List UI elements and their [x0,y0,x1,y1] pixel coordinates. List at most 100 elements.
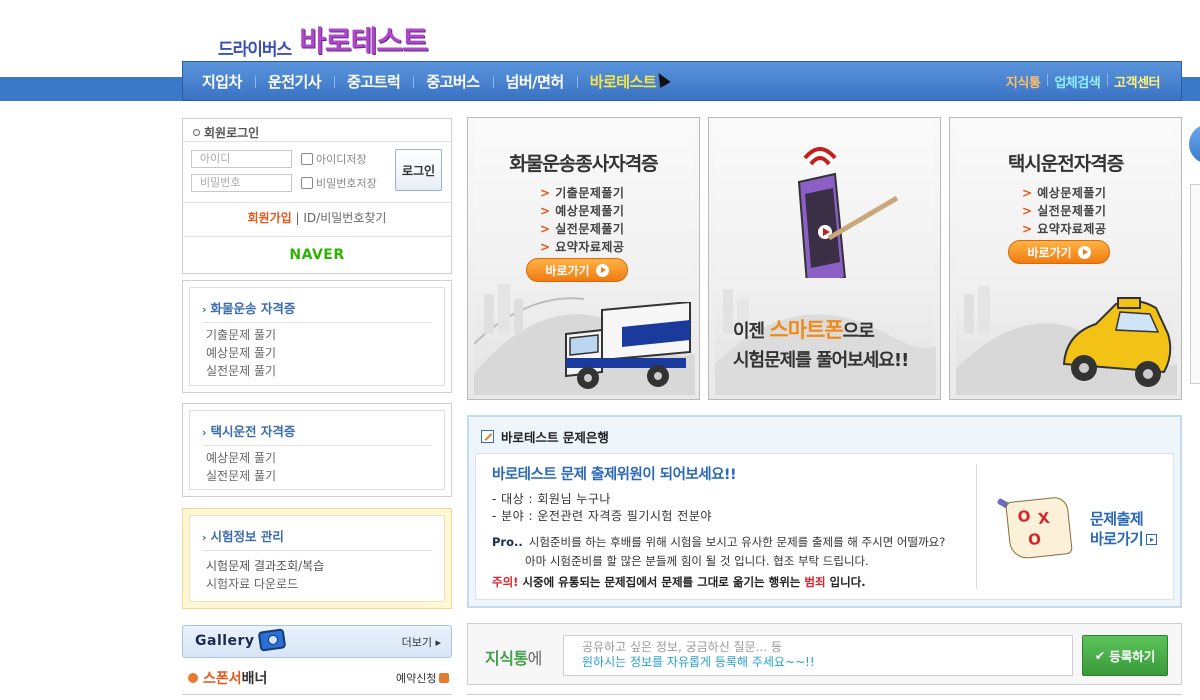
feature-item: 실전문제풀기 [1022,202,1106,220]
warning-crime: 범죄 [804,575,826,589]
banner-cargo-license[interactable]: 화물운송종사자격증 기출문제풀기 예상문제풀기 실전문제풀기 요약자료제공 바로… [467,117,700,400]
go-button-label: 바로가기 [545,263,590,278]
divider [182,694,452,695]
menu-item-exam-download[interactable]: 시험자료 다운로드 [206,575,298,592]
nav-link-customer-center[interactable]: 고객센터 [1107,72,1167,91]
qlink-line2: 바로가기 [1090,530,1144,548]
menu-title-text: 택시운전 자격증 [210,424,296,439]
menu-inner: › 화물운송 자격증 기출문제 풀기 예상문제 풀기 실전문제 풀기 [189,287,445,386]
sponsor-rest: 배너 [241,671,268,687]
edit-icon [481,430,494,443]
password-input[interactable]: 비밀번호 [191,174,292,192]
qbank-warning: 주의! 시중에 유통되는 문제집에서 문제를 그대로 옮기는 행위는 범죄 입니… [492,574,866,590]
join-link[interactable]: 회원가입 [248,211,292,225]
nav-link-company-search[interactable]: 업체검색 [1047,72,1107,91]
menu-item-exam-results[interactable]: 시험문제 결과조회/복습 [206,557,324,574]
qbank-field: - 분야 : 운전관련 자격증 필기시험 전분야 [492,509,712,523]
chevron-right-icon: › [202,426,207,439]
smartphone-promo-text: 이젠 스마트폰으로 시험문제를 풀어보세요!! [733,316,909,375]
qbank-header: 바로테스트 문제은행 [481,427,609,446]
logo-big-text: 바로테스트 [299,24,428,58]
divider [183,236,451,237]
menu-item-practice-questions[interactable]: 실전문제 풀기 [206,362,276,379]
login-title: 회원로그인 [204,126,260,140]
save-password-checkbox[interactable]: 비밀번호저장 [301,175,377,191]
divider [202,445,432,446]
banner-taxi-license[interactable]: 택시운전자격증 예상문제풀기 실전문제풀기 요약자료제공 바로가기 [949,117,1182,400]
placeholder-line1: 공유하고 싶은 정보, 궁금하신 질문... 등 [582,640,782,654]
smartphone-icon [797,147,899,278]
qlink-line1: 문제출제 [1090,510,1144,528]
nav-link-jisiktong[interactable]: 지식통 [999,72,1047,91]
submit-question-link[interactable]: 문제출제 바로가기 ▸ [1090,509,1158,549]
go-button[interactable]: 바로가기 [526,258,628,282]
menu-item-expected-questions[interactable]: 예상문제 풀기 [206,449,276,466]
nav-item-used-bus[interactable]: 중고버스 [413,71,492,92]
menu-item-expected-questions[interactable]: 예상문제 풀기 [206,344,276,361]
jisiktong-suffix: 에 [527,649,543,668]
question-bank-panel: 바로테스트 문제은행 바로테스트 문제 출제위원이 되어보세요!! - 대상 :… [467,415,1182,608]
divider [467,694,1182,695]
arrow-right-icon: ▸ [1146,534,1158,545]
side-panel-edge [1190,184,1200,384]
bullet-circle-icon [193,129,200,136]
id-input[interactable]: 아이디 [191,150,292,168]
pro-label: Pro.. [492,535,523,549]
banner-feature-list: 예상문제풀기 실전문제풀기 요약자료제공 [1022,184,1106,238]
banner-title: 택시운전자격증 [1007,153,1124,175]
save-id-label: 아이디저장 [316,153,367,166]
checkbox-icon[interactable] [301,177,313,189]
banner-frame: 이젠 스마트폰으로 시험문제를 풀어보세요!! [715,124,936,395]
reserve-link[interactable]: 예약신청 [396,670,450,686]
go-button[interactable]: 바로가기 [1008,240,1110,264]
nav-item-jiipcha[interactable]: 지입차 [189,71,255,92]
menu-title[interactable]: › 택시운전 자격증 [202,421,295,440]
site-logo[interactable]: 드라이버스 바로테스트 [218,18,429,60]
feature-item: 실전문제풀기 [540,220,624,238]
bullet-circle-icon [188,673,198,683]
menu-inner: › 시험정보 관리 시험문제 결과조회/복습 시험자료 다운로드 [189,515,445,602]
gallery-more-link[interactable]: 더보기 ▸ [402,634,441,650]
feature-item: 요약자료제공 [540,238,624,256]
nav-item-driver[interactable]: 운전기사 [254,71,334,92]
nav-item-number-license[interactable]: 넘버/면허 [492,71,577,92]
taxi-illustration [1062,297,1172,387]
qbank-content: 바로테스트 문제 출제위원이 되어보세요!! - 대상 : 회원님 누구나 - … [475,453,1174,600]
divider [183,202,451,203]
divider [183,141,451,142]
logo-small-text: 드라이버스 [218,40,292,60]
side-scroll-button[interactable] [1189,124,1200,164]
feature-item: 예상문제풀기 [540,202,624,220]
login-button[interactable]: 로그인 [395,149,442,191]
banner-frame: 화물운송종사자격증 기출문제풀기 예상문제풀기 실전문제풀기 요약자료제공 바로… [474,124,695,395]
find-account-link[interactable]: ID/비밀번호찾기 [303,211,386,225]
truck-illustration [565,302,691,389]
chevron-right-icon: › [202,303,207,316]
promo-text-c: 으로 [842,321,875,342]
play-circle-icon [1077,245,1091,259]
save-id-checkbox[interactable]: 아이디저장 [301,151,367,167]
page: 드라이버스 바로테스트 지입차 운전기사 중고트럭 중고버스 넘버/면허 바로테… [0,0,1200,700]
divider [976,464,977,589]
menu-title-text: 화물운송 자격증 [210,301,296,316]
naver-login-link[interactable]: NAVER [183,247,451,263]
menu-title[interactable]: › 화물운송 자격증 [202,298,295,317]
jisiktong-label: 지식통에 [485,645,542,669]
banner-frame: 택시운전자격증 예상문제풀기 실전문제풀기 요약자료제공 바로가기 [956,124,1177,395]
checkbox-icon[interactable] [301,153,313,165]
banner-smartphone[interactable]: 이젠 스마트폰으로 시험문제를 풀어보세요!! [708,117,941,400]
banner-feature-list: 기출문제풀기 예상문제풀기 실전문제풀기 요약자료제공 [540,184,624,256]
sponsor-highlight: 스폰서 [203,671,242,687]
menu-item-past-questions[interactable]: 기출문제 풀기 [206,326,276,343]
divider [202,322,432,323]
jisiktong-textarea[interactable]: 공유하고 싶은 정보, 궁금하신 질문... 등 원하시는 정보를 자유롭게 등… [563,635,1073,676]
register-label: 등록하기 [1109,649,1156,664]
login-header: 회원로그인 [193,124,259,141]
menu-item-practice-questions[interactable]: 실전문제 풀기 [206,467,276,484]
menu-title[interactable]: › 시험정보 관리 [202,526,284,545]
play-circle-icon [595,263,609,277]
save-password-label: 비밀번호저장 [316,177,377,190]
register-button[interactable]: ✔ 등록하기 [1082,635,1168,676]
nav-item-used-truck[interactable]: 중고트럭 [334,71,413,92]
menu-inner: › 택시운전 자격증 예상문제 풀기 실전문제 풀기 [189,410,445,490]
